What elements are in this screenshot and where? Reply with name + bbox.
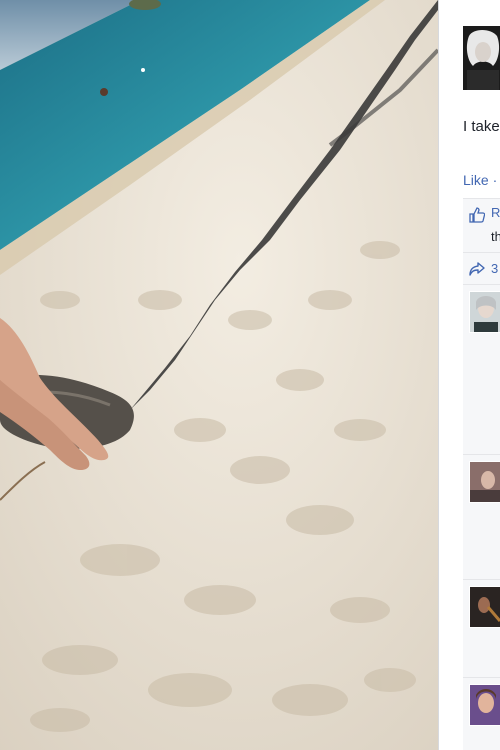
poster-avatar-image [463, 26, 500, 90]
comments-list [463, 284, 500, 750]
comment-item [463, 579, 500, 678]
post-photo[interactable] [0, 0, 438, 750]
thumbs-up-icon [469, 207, 486, 228]
comment-item [463, 454, 500, 580]
post-side-panel: I take Like · R th 3 [438, 0, 500, 750]
reactions-second-line: th [491, 229, 500, 244]
poster-avatar[interactable] [463, 26, 500, 90]
commenter-avatar[interactable] [469, 291, 500, 333]
shares-bar[interactable]: 3 [463, 252, 500, 285]
post-caption: I take [463, 118, 500, 135]
reactions-label[interactable]: R [491, 205, 500, 220]
comment-item [463, 284, 500, 455]
commenter-avatar[interactable] [469, 586, 500, 628]
beach-photo [0, 0, 438, 750]
share-arrow-icon [469, 261, 485, 282]
shares-count[interactable]: 3 [491, 261, 498, 276]
commenter-avatar[interactable] [469, 684, 500, 726]
commenter-avatar[interactable] [469, 461, 500, 503]
comment-item [463, 677, 500, 750]
like-link[interactable]: Like · [463, 172, 497, 188]
reactions-bar[interactable]: R th [463, 198, 500, 253]
